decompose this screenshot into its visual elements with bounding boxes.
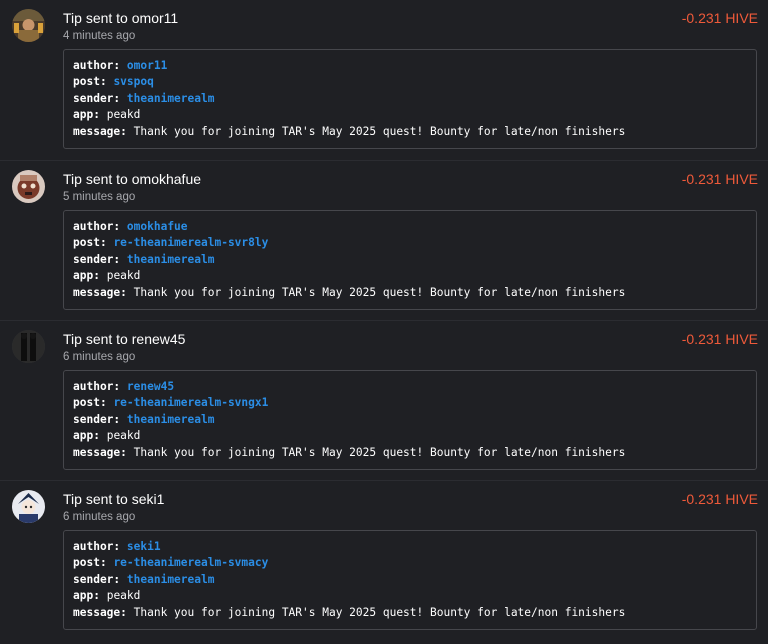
post-link[interactable]: re-theanimerealm-svngx1 — [113, 396, 268, 409]
recipient-link[interactable]: seki1 — [132, 491, 165, 507]
author-line: author: omor11 — [73, 58, 747, 74]
amount: -0.231 HIVE — [681, 171, 758, 187]
timestamp[interactable]: 5 minutes ago — [63, 190, 135, 204]
author-label: author: — [73, 380, 121, 393]
title-prefix: Tip sent to — [63, 331, 132, 347]
post-label: post: — [73, 236, 107, 250]
recipient-link[interactable]: omokhafue — [132, 171, 201, 187]
tip-title: Tip sent to seki1 — [63, 491, 164, 508]
title-prefix: Tip sent to — [63, 10, 132, 26]
message-label: message: — [73, 605, 127, 619]
post-link[interactable]: svspoq — [113, 75, 153, 88]
avatar[interactable] — [12, 330, 45, 363]
tip-title: Tip sent to omor11 — [63, 10, 178, 27]
app-label: app: — [73, 108, 100, 122]
recipient-link[interactable]: renew45 — [132, 331, 186, 347]
app-label: app: — [73, 429, 100, 443]
title-prefix: Tip sent to — [63, 491, 132, 507]
message-line: message: Thank you for joining TAR's May… — [73, 445, 747, 461]
author-link[interactable]: omokhafue — [127, 220, 188, 233]
post-link[interactable]: re-theanimerealm-svr8ly — [113, 236, 268, 249]
author-line: author: omokhafue — [73, 219, 747, 235]
avatar-image — [12, 9, 45, 42]
message-label: message: — [73, 285, 127, 299]
avatar[interactable] — [12, 490, 45, 523]
avatar-image — [12, 170, 45, 203]
tip-title: Tip sent to omokhafue — [63, 171, 201, 188]
message-value: Thank you for joining TAR's May 2025 que… — [133, 124, 626, 138]
app-value: peakd — [106, 429, 141, 443]
message-line: message: Thank you for joining TAR's May… — [73, 124, 747, 140]
avatar[interactable] — [12, 9, 45, 42]
tip-details-card: author: seki1 post: re-theanimerealm-svm… — [63, 530, 757, 630]
message-line: message: Thank you for joining TAR's May… — [73, 285, 747, 301]
author-line: author: seki1 — [73, 539, 747, 555]
app-line: app: peakd — [73, 268, 747, 284]
sender-link[interactable]: theanimerealm — [127, 253, 215, 266]
tip-feed: Tip sent to omor11 4 minutes ago -0.231 … — [0, 0, 768, 644]
timestamp[interactable]: 6 minutes ago — [63, 350, 135, 364]
tip-title: Tip sent to renew45 — [63, 331, 185, 348]
avatar[interactable] — [12, 170, 45, 203]
amount: -0.231 HIVE — [681, 10, 758, 26]
sender-link[interactable]: theanimerealm — [127, 92, 215, 105]
app-line: app: peakd — [73, 588, 747, 604]
message-value: Thank you for joining TAR's May 2025 que… — [133, 445, 626, 459]
tip-entry: Tip sent to seki1 6 minutes ago -0.231 H… — [0, 480, 768, 641]
author-label: author: — [73, 540, 121, 553]
timestamp[interactable]: 4 minutes ago — [63, 29, 135, 43]
amount: -0.231 HIVE — [681, 331, 758, 347]
sender-label: sender: — [73, 572, 121, 586]
title-prefix: Tip sent to — [63, 171, 132, 187]
message-label: message: — [73, 445, 127, 459]
app-value: peakd — [106, 269, 141, 283]
post-label: post: — [73, 556, 107, 570]
author-label: author: — [73, 220, 121, 233]
author-label: author: — [73, 59, 121, 72]
timestamp[interactable]: 6 minutes ago — [63, 510, 135, 524]
message-label: message: — [73, 124, 127, 138]
author-line: author: renew45 — [73, 379, 747, 395]
message-line: message: Thank you for joining TAR's May… — [73, 605, 747, 621]
sender-label: sender: — [73, 252, 121, 266]
app-value: peakd — [106, 108, 141, 122]
author-link[interactable]: omor11 — [127, 59, 167, 72]
sender-label: sender: — [73, 412, 121, 426]
sender-line: sender: theanimerealm — [73, 572, 747, 588]
avatar-image — [12, 490, 45, 523]
message-value: Thank you for joining TAR's May 2025 que… — [133, 285, 626, 299]
amount: -0.231 HIVE — [681, 491, 758, 507]
sender-line: sender: theanimerealm — [73, 252, 747, 268]
post-line: post: svspoq — [73, 74, 747, 90]
tip-entry: Tip sent to omokhafue 5 minutes ago -0.2… — [0, 160, 768, 321]
app-line: app: peakd — [73, 428, 747, 444]
tip-details-card: author: omor11 post: svspoq sender: thea… — [63, 49, 757, 149]
recipient-link[interactable]: omor11 — [132, 10, 178, 26]
tip-entry: Tip sent to renew45 6 minutes ago -0.231… — [0, 320, 768, 481]
author-link[interactable]: seki1 — [127, 540, 161, 553]
post-link[interactable]: re-theanimerealm-svmacy — [113, 556, 268, 569]
sender-line: sender: theanimerealm — [73, 412, 747, 428]
app-label: app: — [73, 269, 100, 283]
post-line: post: re-theanimerealm-svngx1 — [73, 395, 747, 411]
sender-line: sender: theanimerealm — [73, 91, 747, 107]
message-value: Thank you for joining TAR's May 2025 que… — [133, 605, 626, 619]
sender-link[interactable]: theanimerealm — [127, 413, 215, 426]
sender-link[interactable]: theanimerealm — [127, 573, 215, 586]
app-label: app: — [73, 589, 100, 603]
avatar-image — [12, 330, 45, 363]
app-line: app: peakd — [73, 107, 747, 123]
tip-details-card: author: omokhafue post: re-theanimerealm… — [63, 210, 757, 310]
post-line: post: re-theanimerealm-svmacy — [73, 555, 747, 571]
post-label: post: — [73, 75, 107, 89]
app-value: peakd — [106, 589, 141, 603]
post-label: post: — [73, 396, 107, 410]
sender-label: sender: — [73, 91, 121, 105]
tip-entry: Tip sent to omor11 4 minutes ago -0.231 … — [0, 0, 768, 160]
tip-details-card: author: renew45 post: re-theanimerealm-s… — [63, 370, 757, 470]
post-line: post: re-theanimerealm-svr8ly — [73, 235, 747, 251]
author-link[interactable]: renew45 — [127, 380, 174, 393]
